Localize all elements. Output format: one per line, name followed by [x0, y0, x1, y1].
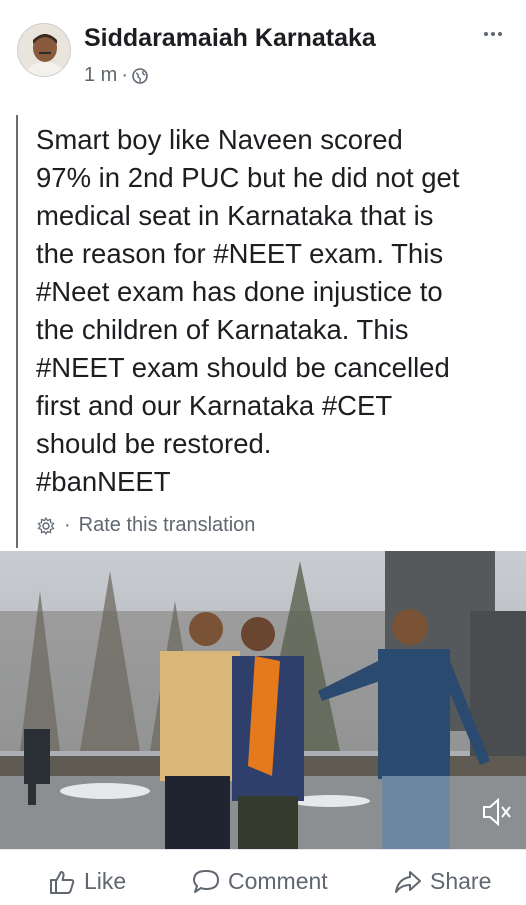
gear-icon[interactable]: [36, 516, 56, 536]
volume-icon[interactable]: [480, 797, 514, 827]
post-actions-bar: Like Comment Share: [0, 849, 526, 905]
rate-translation-link[interactable]: Rate this translation: [79, 514, 256, 537]
post-body-quote: Smart boy like Naveen scored 97% in 2nd …: [16, 115, 516, 548]
share-arrow-icon: [395, 870, 421, 893]
comment-icon: [193, 869, 219, 893]
like-label: Like: [84, 868, 127, 894]
more-options-button[interactable]: [478, 22, 508, 46]
comment-button[interactable]: Comment: [192, 868, 328, 895]
page-name-link[interactable]: Siddaramaiah Karnataka: [84, 24, 376, 53]
post-timestamp[interactable]: 1 m: [84, 64, 117, 87]
post-meta: 1 m ·: [84, 64, 148, 87]
translation-separator: ·: [64, 514, 71, 536]
page-avatar[interactable]: [17, 23, 71, 77]
video-frame: [0, 551, 526, 849]
share-label: Share: [430, 868, 492, 894]
more-horizontal-icon: [484, 32, 488, 36]
meta-separator: ·: [121, 64, 129, 86]
post-header: Siddaramaiah Karnataka 1 m ·: [0, 0, 526, 100]
thumbs-up-icon: [50, 870, 75, 894]
comment-label: Comment: [228, 868, 328, 894]
globe-icon: [132, 67, 148, 84]
post-video[interactable]: [0, 551, 526, 849]
post-text: Smart boy like Naveen scored 97% in 2nd …: [36, 124, 460, 497]
translation-bar: · Rate this translation: [36, 514, 255, 537]
share-button[interactable]: Share: [394, 868, 491, 895]
like-button[interactable]: Like: [48, 868, 126, 895]
